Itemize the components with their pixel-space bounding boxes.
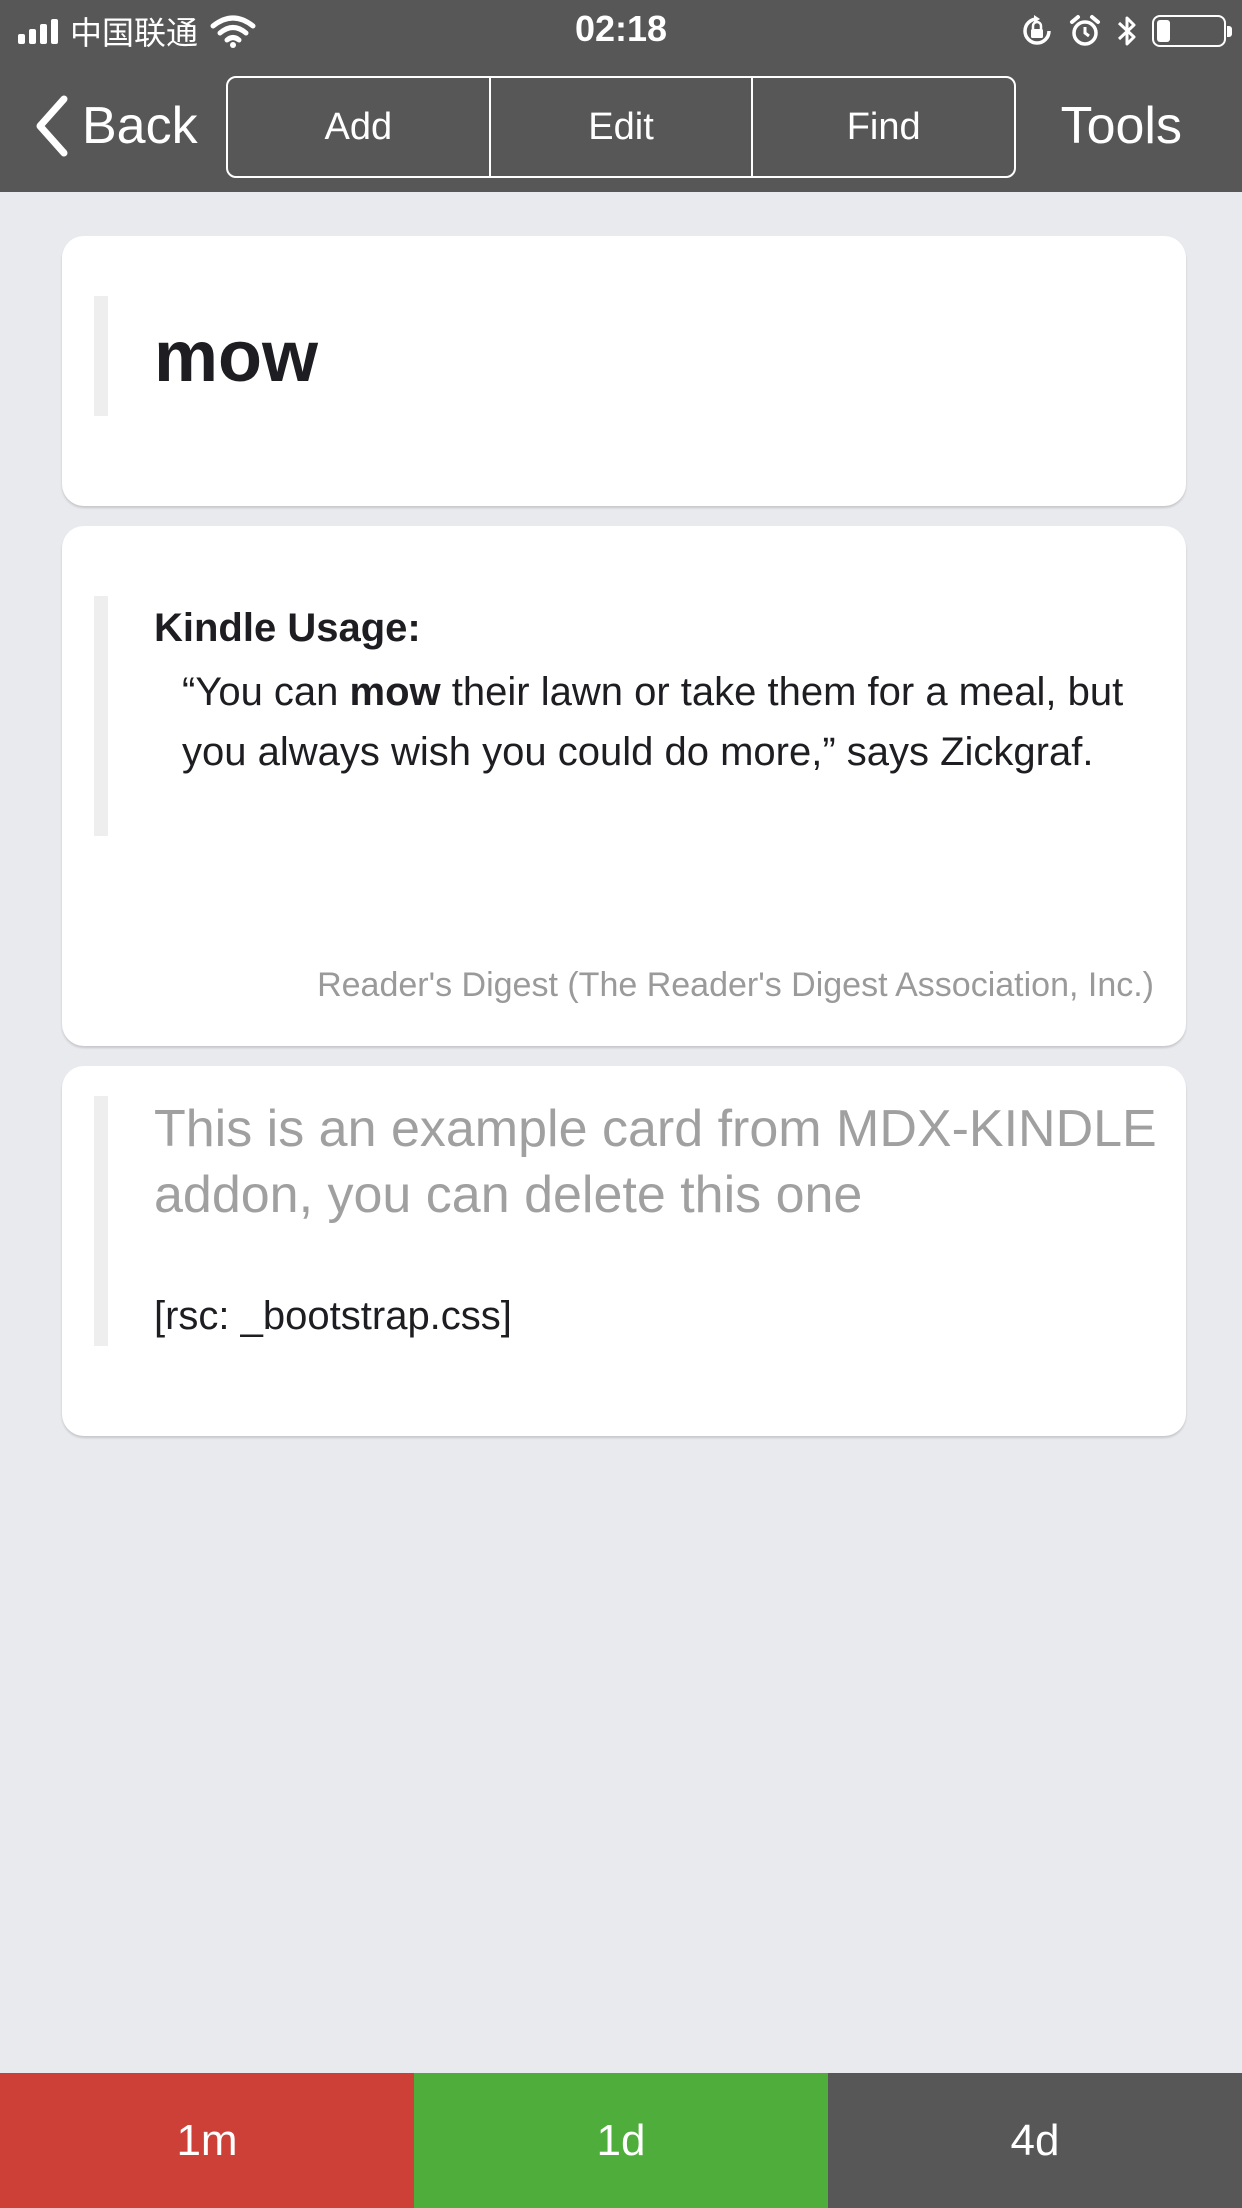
status-right (1020, 12, 1232, 50)
word-card: mow (62, 236, 1186, 506)
chevron-left-icon (36, 95, 68, 157)
back-button[interactable]: Back (34, 88, 198, 164)
rotation-lock-icon (1023, 15, 1051, 45)
back-label: Back (82, 97, 198, 155)
word-title: mow (154, 317, 319, 397)
answer-bar: 1m 1d 4d (0, 2073, 1242, 2208)
find-button[interactable]: Find (751, 78, 1014, 176)
usage-source: Reader's Digest (The Reader's Digest Ass… (317, 966, 1154, 1004)
add-button[interactable]: Add (228, 78, 489, 176)
tools-button[interactable]: Tools (1061, 88, 1182, 164)
resource-text: [rsc: _bootstrap.css] (154, 1294, 512, 1338)
usage-quote-highlight: mow (349, 670, 441, 714)
example-card: This is an example card from MDX-KINDLE … (62, 1066, 1186, 1436)
usage-heading: Kindle Usage: (154, 606, 421, 650)
usage-card: Kindle Usage: “You can mow their lawn or… (62, 526, 1186, 1046)
example-note: This is an example card from MDX-KINDLE … (154, 1100, 1157, 1224)
answer-button-good[interactable]: 1d (414, 2073, 828, 2208)
segmented-control: Add Edit Find (226, 76, 1016, 178)
usage-quote-start: “You can (182, 670, 350, 714)
alarm-icon (1070, 15, 1100, 46)
answer-button-easy[interactable]: 4d (828, 2073, 1242, 2208)
quote-bar (94, 1096, 108, 1346)
battery-icon (1152, 15, 1232, 47)
battery-fill (1157, 20, 1170, 42)
nav-bar: Back Add Edit Find Tools (0, 62, 1242, 192)
edit-button[interactable]: Edit (488, 78, 752, 176)
bluetooth-icon (1117, 16, 1136, 46)
quote-bar (94, 296, 108, 416)
quote-bar (94, 596, 108, 836)
answer-button-again[interactable]: 1m (0, 2073, 414, 2208)
status-bar: 中国联通 02:18 (0, 0, 1242, 62)
usage-quote: “You can mow their lawn or take them for… (182, 662, 1162, 782)
